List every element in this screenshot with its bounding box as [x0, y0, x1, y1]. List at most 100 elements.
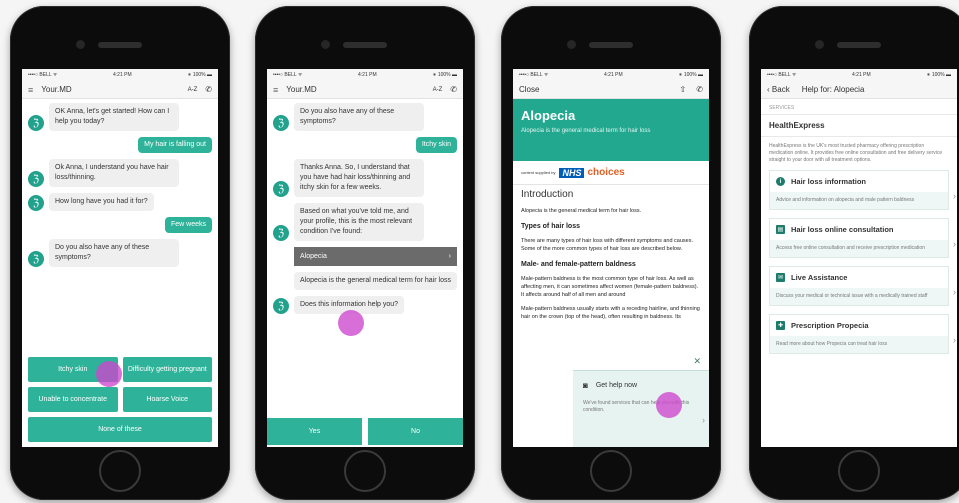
provider-name: HealthExpress	[761, 115, 957, 137]
menu-icon[interactable]: ≡	[273, 85, 278, 95]
earpiece	[837, 42, 881, 48]
condition-subtitle: Alopecia is the general medical term for…	[521, 128, 651, 134]
camera	[76, 40, 85, 49]
bot-message: ℨ OK Anna, let's get started! How can I …	[28, 103, 212, 131]
service-hair-loss-info[interactable]: i Hair loss information Advice and infor…	[769, 170, 956, 210]
bot-message: ℨ Do you also have any of these symptoms…	[28, 239, 212, 267]
option-unable-concentrate[interactable]: Unable to concentrate	[28, 387, 118, 412]
menu-icon[interactable]: ≡	[28, 85, 33, 95]
user-message: Few weeks	[28, 217, 212, 233]
camera	[815, 40, 824, 49]
chat-thread: ℨ Do you also have any of these symptoms…	[267, 99, 463, 324]
choices-logo: choices	[587, 167, 625, 178]
home-button[interactable]	[590, 450, 632, 492]
earpiece	[343, 42, 387, 48]
phone-3: ••••○ BELL ᯤ 4:21 PM ∗ 100% ▬ Close ⇧ ✆ …	[501, 6, 721, 500]
bot-avatar-icon: ℨ	[273, 181, 289, 197]
status-bar: ••••○ BELL ᯤ 4:21 PM ∗ 100% ▬	[513, 69, 709, 81]
chevron-right-icon: ›	[448, 253, 451, 260]
user-message: My hair is falling out	[28, 137, 212, 153]
intro-heading: Introduction	[521, 189, 574, 200]
chevron-right-icon: ›	[953, 287, 956, 297]
service-live-assistance[interactable]: ✉ Live Assistance Discuss your medical o…	[769, 266, 956, 306]
touch-indicator	[96, 361, 122, 387]
az-button[interactable]: A-Z	[433, 87, 443, 93]
touch-indicator	[338, 310, 364, 336]
camera-icon: ◙	[583, 381, 588, 390]
bot-message: ℨ Does this information help you?	[273, 296, 457, 314]
chat-thread: ℨ OK Anna, let's get started! How can I …	[22, 99, 218, 277]
screen-condition-article: ••••○ BELL ᯤ 4:21 PM ∗ 100% ▬ Close ⇧ ✆ …	[513, 69, 709, 447]
page-title: Help for: Alopecia	[801, 85, 865, 94]
bot-message: ℨ How long have you had it for?	[28, 193, 212, 211]
phone-icon[interactable]: ✆	[450, 85, 457, 94]
touch-indicator	[656, 392, 682, 418]
camera	[567, 40, 576, 49]
back-button[interactable]: ‹ Back	[767, 85, 790, 94]
chat-icon: ✉	[776, 273, 785, 282]
bot-message: ℨ Ok Anna, I understand you have hair lo…	[28, 159, 212, 187]
phone-2: ••••○ BELL ᯤ 4:21 PM ∗ 100% ▬ ≡ Your.MD …	[255, 6, 475, 500]
app-bar: ≡ Your.MD A-Z ✆	[22, 81, 218, 99]
pill-icon: ✚	[776, 321, 785, 330]
phone-icon[interactable]: ✆	[205, 85, 212, 94]
condition-link[interactable]: Alopecia ›	[294, 247, 457, 266]
bot-avatar-icon: ℨ	[28, 171, 44, 187]
app-title: Your.MD	[41, 85, 72, 94]
bot-avatar-icon: ℨ	[273, 225, 289, 241]
pattern-heading: Male- and female-pattern baldness	[521, 261, 636, 268]
screen-help-services: ••••○ BELL ᯤ 4:21 PM ∗ 100% ▬ ‹ Back Hel…	[761, 69, 957, 447]
option-hoarse-voice[interactable]: Hoarse Voice	[122, 387, 212, 412]
app-bar: ≡ Your.MD A-Z ✆	[267, 81, 463, 99]
content-source: content supplied by NHS choices	[513, 161, 709, 185]
answer-buttons: Yes No	[267, 418, 463, 447]
clipboard-icon: ▤	[776, 225, 785, 234]
home-button[interactable]	[99, 450, 141, 492]
camera	[321, 40, 330, 49]
service-prescription-propecia[interactable]: ✚ Prescription Propecia Read more about …	[769, 314, 956, 354]
get-help-panel[interactable]: ◙ Get help now We've found services that…	[573, 370, 709, 447]
app-bar: ‹ Back Help for: Alopecia	[761, 81, 957, 99]
condition-hero: Alopecia Alopecia is the general medical…	[513, 99, 709, 161]
chevron-right-icon: ›	[953, 335, 956, 345]
status-bar: ••••○ BELL ᯤ 4:21 PM ∗ 100% ▬	[267, 69, 463, 81]
section-label: SERVICES	[761, 99, 957, 115]
close-icon[interactable]: ✕	[693, 356, 701, 367]
condition-title: Alopecia	[521, 108, 576, 123]
screen-chat-result: ••••○ BELL ᯤ 4:21 PM ∗ 100% ▬ ≡ Your.MD …	[267, 69, 463, 447]
provider-description: HealthExpress is the UK's most trusted p…	[769, 143, 943, 163]
chevron-right-icon: ›	[702, 415, 705, 425]
earpiece	[98, 42, 142, 48]
types-heading: Types of hair loss	[521, 223, 580, 230]
bot-avatar-icon: ℨ	[28, 195, 44, 211]
status-bar: ••••○ BELL ᯤ 4:21 PM ∗ 100% ▬	[761, 69, 957, 81]
chevron-left-icon: ‹	[767, 85, 770, 94]
info-icon: i	[776, 177, 785, 186]
user-message: Itchy skin	[273, 137, 457, 153]
app-bar: Close ⇧ ✆	[513, 81, 709, 99]
status-bar: ••••○ BELL ᯤ 4:21 PM ∗ 100% ▬	[22, 69, 218, 81]
option-difficulty-pregnant[interactable]: Difficulty getting pregnant	[122, 357, 212, 382]
bot-avatar-icon: ℨ	[28, 115, 44, 131]
az-button[interactable]: A-Z	[188, 87, 198, 93]
earpiece	[589, 42, 633, 48]
no-button[interactable]: No	[368, 418, 463, 445]
home-button[interactable]	[838, 450, 880, 492]
bot-avatar-icon: ℨ	[28, 251, 44, 267]
home-button[interactable]	[344, 450, 386, 492]
yes-button[interactable]: Yes	[267, 418, 362, 445]
bot-message: ℨ Thanks Anna. So, I understand that you…	[273, 159, 457, 197]
bot-message: ℨ Based on what you've told me, and your…	[273, 203, 457, 241]
article-body: Introduction Alopecia is the general med…	[521, 189, 700, 321]
nhs-logo: NHS	[559, 167, 585, 178]
phone-1: ••••○ BELL ᯤ 4:21 PM ∗ 100% ▬ ≡ Your.MD …	[10, 6, 230, 500]
condition-card: Alopecia › Alopecia is the general medic…	[294, 247, 457, 296]
bot-avatar-icon: ℨ	[273, 115, 289, 131]
close-button[interactable]: Close	[519, 85, 539, 94]
option-none[interactable]: None of these	[28, 417, 212, 442]
service-online-consultation[interactable]: ▤ Hair loss online consultation Access f…	[769, 218, 956, 258]
bot-message: ℨ Do you also have any of these symptoms…	[273, 103, 457, 131]
bot-avatar-icon: ℨ	[273, 298, 289, 314]
share-icon[interactable]: ⇧	[679, 85, 686, 94]
phone-icon[interactable]: ✆	[696, 85, 703, 94]
